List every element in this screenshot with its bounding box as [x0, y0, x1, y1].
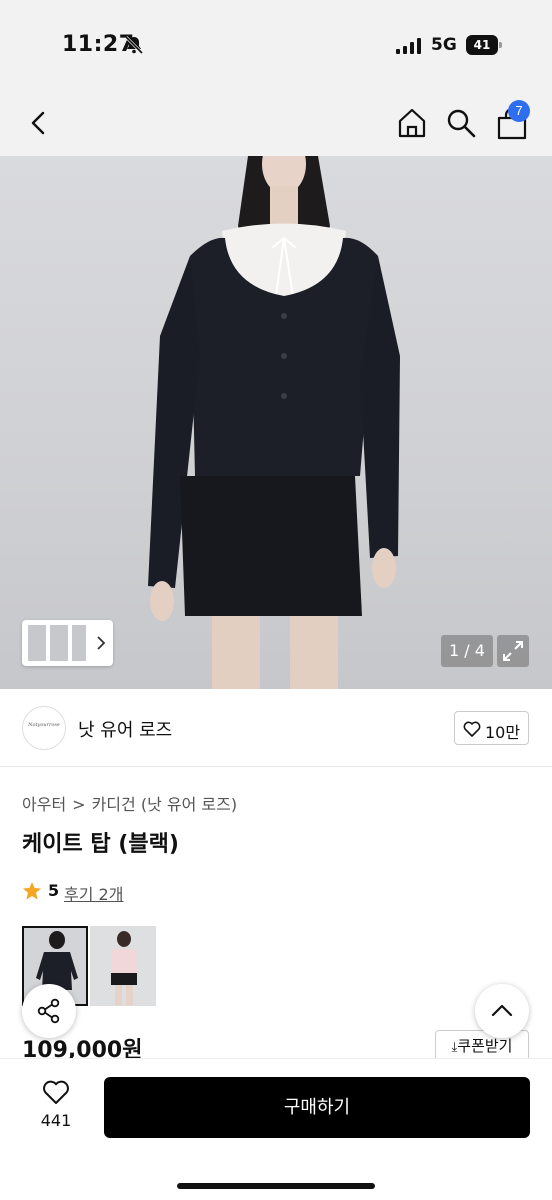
product-image-gallery[interactable]: 1 / 4: [0, 156, 552, 689]
breadcrumb: 아우터 > 카디건 (낫 유어 로즈): [22, 791, 237, 815]
battery-icon: 41: [466, 35, 502, 55]
scroll-to-top-button[interactable]: [475, 984, 529, 1038]
thumbnail: [50, 625, 68, 661]
color-option-thumbnail: [91, 927, 155, 1005]
buy-button[interactable]: 구매하기: [104, 1077, 530, 1138]
back-icon[interactable]: [24, 108, 54, 138]
brand-like-count: 10만: [485, 723, 521, 742]
thumbnail: [28, 625, 46, 661]
cart-count-badge: 7: [508, 100, 530, 122]
color-option-pink[interactable]: [90, 926, 156, 1006]
brand-logo[interactable]: Notyourrose: [22, 706, 66, 750]
chevron-right-icon: >: [72, 795, 86, 814]
product-photo: [148, 156, 400, 689]
brand-like-button[interactable]: 10만: [454, 711, 529, 745]
gallery-thumbnail-strip[interactable]: [22, 620, 113, 666]
network-type: 5G: [431, 35, 457, 55]
wishlist-button[interactable]: 441: [36, 1079, 76, 1135]
home-indicator: [177, 1183, 375, 1189]
product-title: 케이트 탑 (블랙): [22, 832, 179, 857]
breadcrumb-subcategory[interactable]: 카디건 (낫 유어 로즈): [92, 795, 238, 814]
bell-muted-icon: [124, 35, 144, 55]
share-icon: [37, 998, 60, 1024]
coupon-label: 쿠폰받기: [457, 1037, 513, 1055]
nav-bar: [0, 90, 552, 156]
wishlist-count: 441: [40, 1111, 72, 1130]
brand-name[interactable]: 낫 유어 로즈: [78, 716, 172, 742]
brand-row[interactable]: Notyourrose 낫 유어 로즈 10만: [0, 689, 552, 767]
breadcrumb-category[interactable]: 아우터: [22, 795, 66, 814]
star-icon: [23, 882, 41, 900]
review-link[interactable]: 후기 2개: [64, 881, 123, 905]
cell-signal-icon: [396, 38, 421, 54]
battery-level: 41: [466, 35, 498, 55]
heart-icon: [43, 1080, 69, 1104]
status-bar: 11:27 5G 41: [0, 0, 552, 90]
expand-icon[interactable]: [497, 635, 529, 667]
search-icon[interactable]: [444, 106, 478, 140]
chevron-right-icon: [97, 636, 106, 650]
share-button[interactable]: [22, 984, 76, 1038]
rating-score: 5: [48, 881, 60, 900]
thumbnail: [72, 625, 86, 661]
bottom-action-bar: 441 구매하기: [0, 1058, 552, 1200]
heart-icon: [463, 721, 481, 737]
gallery-page-indicator: 1 / 4: [441, 635, 493, 667]
chevron-up-icon: [491, 1004, 513, 1017]
home-icon[interactable]: [395, 106, 429, 140]
